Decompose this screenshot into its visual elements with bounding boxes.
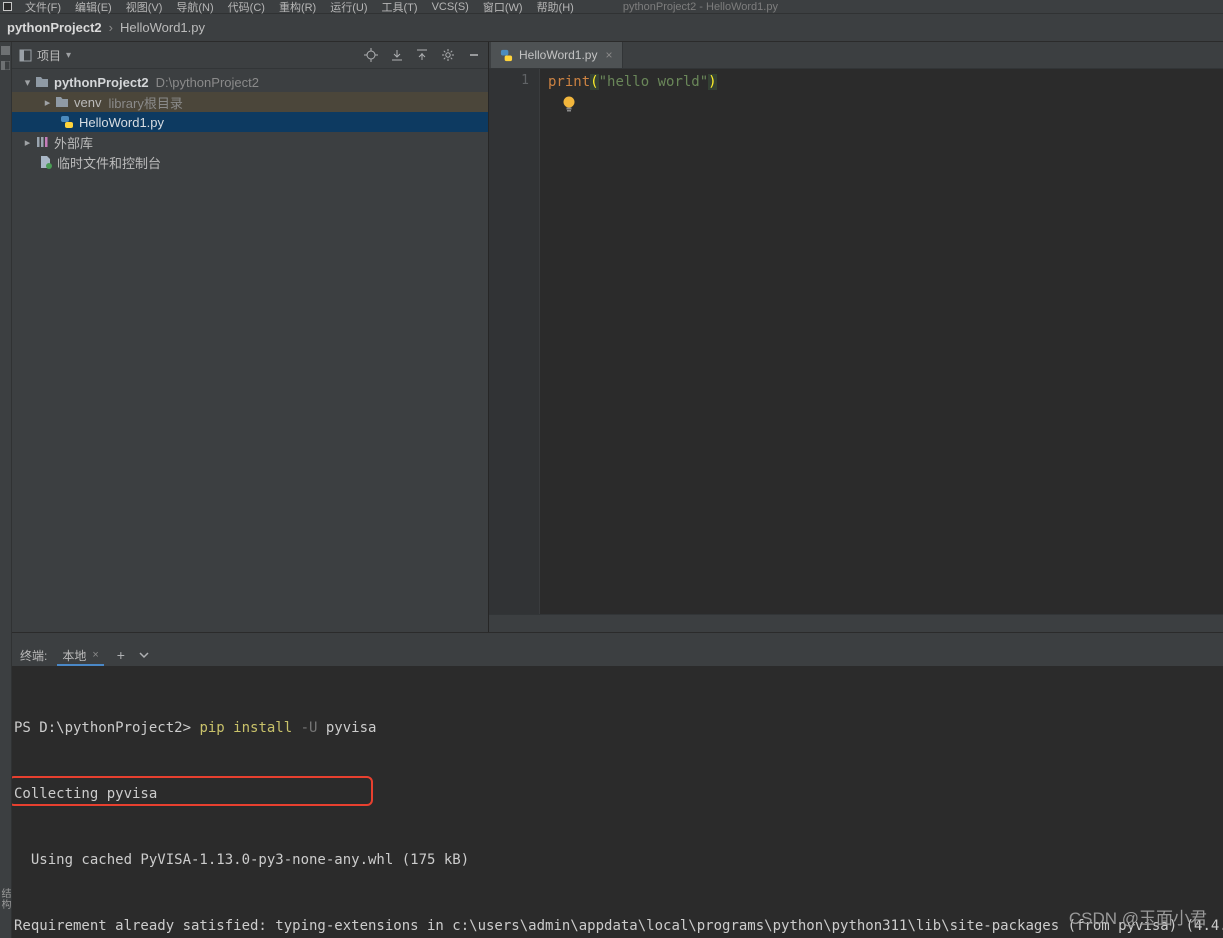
terminal-prompt: PS D:\pythonProject2>: [14, 720, 200, 736]
new-session-icon[interactable]: +: [114, 647, 128, 663]
breadcrumb-file[interactable]: HelloWord1.py: [120, 20, 205, 35]
terminal-parameter: -U: [300, 720, 318, 736]
close-icon[interactable]: ×: [605, 48, 612, 62]
menu-refactor[interactable]: 重构(R): [272, 0, 323, 15]
terminal-line: Requirement already satisfied: typing-ex…: [14, 918, 1223, 934]
tree-item-venv[interactable]: ▸ venv library根目录: [12, 92, 488, 112]
menu-help[interactable]: 帮助(H): [530, 0, 581, 15]
breadcrumb: pythonProject2 › HelloWord1.py: [0, 14, 1223, 42]
expand-all-icon[interactable]: [391, 49, 403, 61]
close-icon[interactable]: ×: [92, 649, 98, 661]
tab-helloword1[interactable]: HelloWord1.py ×: [491, 42, 623, 68]
chevron-expanded-icon[interactable]: ▾: [20, 76, 35, 89]
code-token-open-paren: (: [590, 74, 599, 90]
menu-tools[interactable]: 工具(T): [375, 0, 425, 15]
intention-bulb-icon[interactable]: [562, 95, 576, 113]
menu-edit[interactable]: 编辑(E): [68, 0, 119, 15]
tree-item-label: HelloWord1.py: [79, 114, 165, 130]
terminal-label: 终端:: [20, 648, 48, 663]
editor-tab-bar: HelloWord1.py ×: [489, 42, 1223, 69]
menu-run[interactable]: 运行(U): [323, 0, 374, 15]
code-token-close-paren: ): [708, 74, 717, 90]
tree-item-label: 临时文件和控制台: [57, 155, 162, 171]
tree-item-helloword1[interactable]: HelloWord1.py: [12, 112, 488, 132]
library-icon: [37, 137, 48, 147]
menu-view[interactable]: 视图(V): [119, 0, 170, 15]
stripe-tool-icon[interactable]: [1, 61, 10, 70]
terminal-header: 终端: 本地 × +: [12, 644, 1223, 667]
breadcrumb-separator-icon: ›: [108, 20, 113, 35]
tree-item-label: 外部库: [54, 135, 94, 151]
tool-window-stripe: 结构: [0, 42, 12, 938]
tree-item-project-root[interactable]: ▾ pythonProject2 D:\pythonProject2: [12, 72, 488, 92]
menu-window[interactable]: 窗口(W): [476, 0, 530, 15]
folder-icon: [36, 77, 48, 87]
window-title: pythonProject2 - HelloWord1.py: [622, 0, 778, 13]
chevron-collapsed-icon[interactable]: ▸: [20, 136, 35, 149]
project-panel-title[interactable]: 项目: [37, 47, 61, 64]
scratches-icon: [41, 156, 52, 169]
tree-item-external-libraries[interactable]: ▸ 外部库: [12, 132, 488, 152]
project-tree: ▾ pythonProject2 D:\pythonProject2 ▸ ven…: [12, 69, 488, 172]
code-token-string: "hello world": [598, 74, 709, 90]
menu-bar: 文件(F) 编辑(E) 视图(V) 导航(N) 代码(C) 重构(R) 运行(U…: [0, 0, 1223, 14]
python-file-icon: [500, 49, 513, 61]
editor-scrollbar-horizontal[interactable]: [489, 614, 1223, 632]
watermark: CSDN @玉面小君: [1068, 909, 1207, 928]
menu-code[interactable]: 代码(C): [221, 0, 272, 15]
locate-file-icon[interactable]: [364, 48, 378, 62]
terminal-tab-local[interactable]: 本地 ×: [57, 644, 103, 666]
tree-item-label: pythonProject2: [54, 74, 149, 90]
project-panel-icon: [19, 49, 32, 61]
chevron-collapsed-icon[interactable]: ▸: [40, 96, 55, 109]
settings-gear-icon[interactable]: [441, 48, 455, 62]
terminal-line: PS D:\pythonProject2> pip install -U pyv…: [14, 717, 1223, 739]
terminal-output[interactable]: PS D:\pythonProject2> pip install -U pyv…: [12, 667, 1223, 938]
python-file-icon: [61, 116, 73, 128]
terminal-line: Using cached PyVISA-1.13.0-py3-none-any.…: [14, 852, 470, 868]
tree-item-hint: library根目录: [108, 95, 183, 111]
collapse-all-icon[interactable]: [416, 49, 428, 61]
stripe-tool-icon[interactable]: [1, 46, 10, 55]
terminal-line: Collecting pyvisa: [14, 786, 158, 802]
terminal-tab-label: 本地: [62, 648, 87, 663]
tree-item-label: venv: [74, 94, 102, 110]
tree-item-hint: D:\pythonProject2: [155, 74, 259, 90]
app-icon: [3, 2, 12, 11]
editor-gutter: 1: [489, 69, 540, 614]
menu-vcs[interactable]: VCS(S): [425, 1, 476, 13]
terminal-command: pip install: [199, 720, 301, 736]
menu-file[interactable]: 文件(F): [18, 0, 68, 15]
code-line: print("hello world"): [548, 72, 717, 92]
terminal-argument: pyvisa: [317, 720, 377, 736]
folder-icon: [56, 97, 68, 107]
chevron-down-icon[interactable]: ▾: [66, 50, 71, 61]
code-editor[interactable]: 1 print("hello world"): [489, 69, 1223, 614]
project-tool-window: 项目 ▾ ▾ pythonProject2 D:\pythonProject2 …: [12, 42, 489, 632]
chevron-down-icon[interactable]: [138, 651, 150, 659]
breadcrumb-project[interactable]: pythonProject2: [7, 20, 102, 35]
menu-navigate[interactable]: 导航(N): [169, 0, 220, 15]
code-token-function: print: [548, 74, 591, 90]
hide-panel-icon[interactable]: [468, 49, 480, 61]
project-panel-toolbar: 项目 ▾: [12, 42, 488, 69]
line-number: 1: [521, 73, 529, 88]
tab-label: HelloWord1.py: [519, 48, 598, 62]
panel-splitter[interactable]: [12, 632, 1223, 644]
tree-item-scratches[interactable]: 临时文件和控制台: [12, 152, 488, 172]
editor-area: HelloWord1.py × 1 print("hello world"): [489, 42, 1223, 632]
stripe-structure-button[interactable]: 结构: [0, 888, 12, 910]
code-area[interactable]: print("hello world"): [540, 69, 717, 614]
